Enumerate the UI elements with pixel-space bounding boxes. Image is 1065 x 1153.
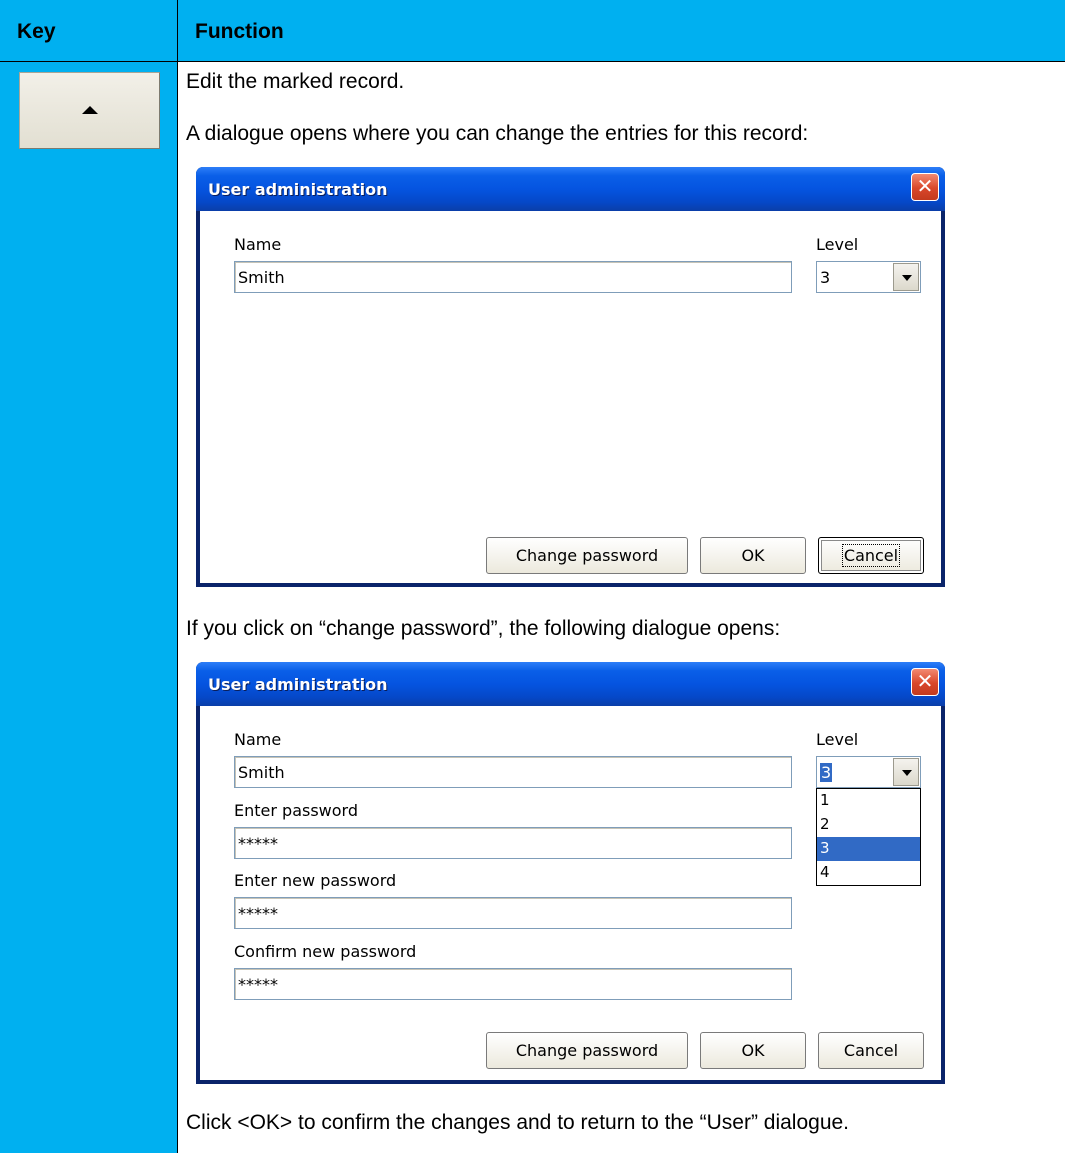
dialog-body: Name Smith Level 3 Change password OK Ca… — [200, 211, 941, 583]
cancel-button[interactable]: Cancel — [818, 537, 924, 574]
confirm-password-field[interactable]: ***** — [234, 968, 792, 1000]
level-option[interactable]: 2 — [817, 813, 920, 837]
text-click-ok-info: Click <OK> to confirm the changes and to… — [186, 1111, 850, 1134]
level-option[interactable]: 1 — [817, 789, 920, 813]
close-icon[interactable]: ✕ — [911, 668, 939, 696]
chevron-down-icon[interactable] — [893, 263, 919, 291]
edit-record-key-button[interactable] — [19, 72, 160, 149]
name-field[interactable]: Smith — [234, 756, 792, 788]
text-dialogue-opens: A dialogue opens where you can change th… — [186, 122, 809, 145]
level-label: Level — [816, 730, 859, 749]
dialog-title: User administration — [208, 180, 388, 199]
function-table: Key Function Edit the marked record. A d… — [0, 0, 1065, 1153]
dialog-body: Name Smith Enter password ***** Enter ne… — [200, 706, 941, 1080]
ok-label: OK — [741, 1041, 765, 1060]
header-key-label: Key — [17, 20, 56, 43]
header-key-cell: Key — [0, 0, 178, 62]
level-dropdown-list: 1 2 3 4 — [816, 788, 921, 886]
change-password-button[interactable]: Change password — [486, 537, 688, 574]
name-label: Name — [234, 730, 282, 749]
header-function-cell: Function — [178, 0, 1065, 62]
user-administration-dialog-1: User administration ✕ Name Smith Level 3… — [196, 167, 945, 587]
name-field[interactable]: Smith — [234, 261, 792, 293]
dialog-title-bar: User administration ✕ — [196, 662, 945, 706]
ok-button[interactable]: OK — [700, 1032, 806, 1069]
ok-label: OK — [741, 546, 765, 565]
level-option[interactable]: 4 — [817, 861, 920, 885]
level-value: 3 — [820, 763, 833, 782]
level-value: 3 — [820, 268, 831, 287]
chevron-down-icon[interactable] — [893, 758, 919, 786]
key-cell — [0, 62, 178, 1153]
level-label: Level — [816, 235, 859, 254]
confirm-password-label: Confirm new password — [234, 942, 417, 961]
cancel-label: Cancel — [841, 544, 901, 567]
cancel-label: Cancel — [843, 1041, 899, 1060]
dialog-title-bar: User administration ✕ — [196, 167, 945, 211]
enter-password-field[interactable]: ***** — [234, 827, 792, 859]
new-password-field[interactable]: ***** — [234, 897, 792, 929]
change-password-label: Change password — [515, 1041, 659, 1060]
enter-password-label: Enter password — [234, 801, 358, 820]
level-select[interactable]: 3 — [816, 756, 921, 788]
cancel-button[interactable]: Cancel — [818, 1032, 924, 1069]
header-function-label: Function — [195, 20, 284, 43]
dialog-title: User administration — [208, 675, 388, 694]
text-edit-record: Edit the marked record. — [186, 70, 405, 93]
user-administration-dialog-2: User administration ✕ Name Smith Enter p… — [196, 662, 945, 1084]
name-label: Name — [234, 235, 282, 254]
level-option-selected[interactable]: 3 — [817, 837, 920, 861]
close-icon[interactable]: ✕ — [911, 173, 939, 201]
change-password-button[interactable]: Change password — [486, 1032, 688, 1069]
ok-button[interactable]: OK — [700, 537, 806, 574]
arrow-up-icon — [82, 106, 98, 114]
text-change-password-info: If you click on “change password”, the f… — [186, 617, 781, 640]
new-password-label: Enter new password — [234, 871, 397, 890]
level-select[interactable]: 3 — [816, 261, 921, 293]
change-password-label: Change password — [515, 546, 659, 565]
